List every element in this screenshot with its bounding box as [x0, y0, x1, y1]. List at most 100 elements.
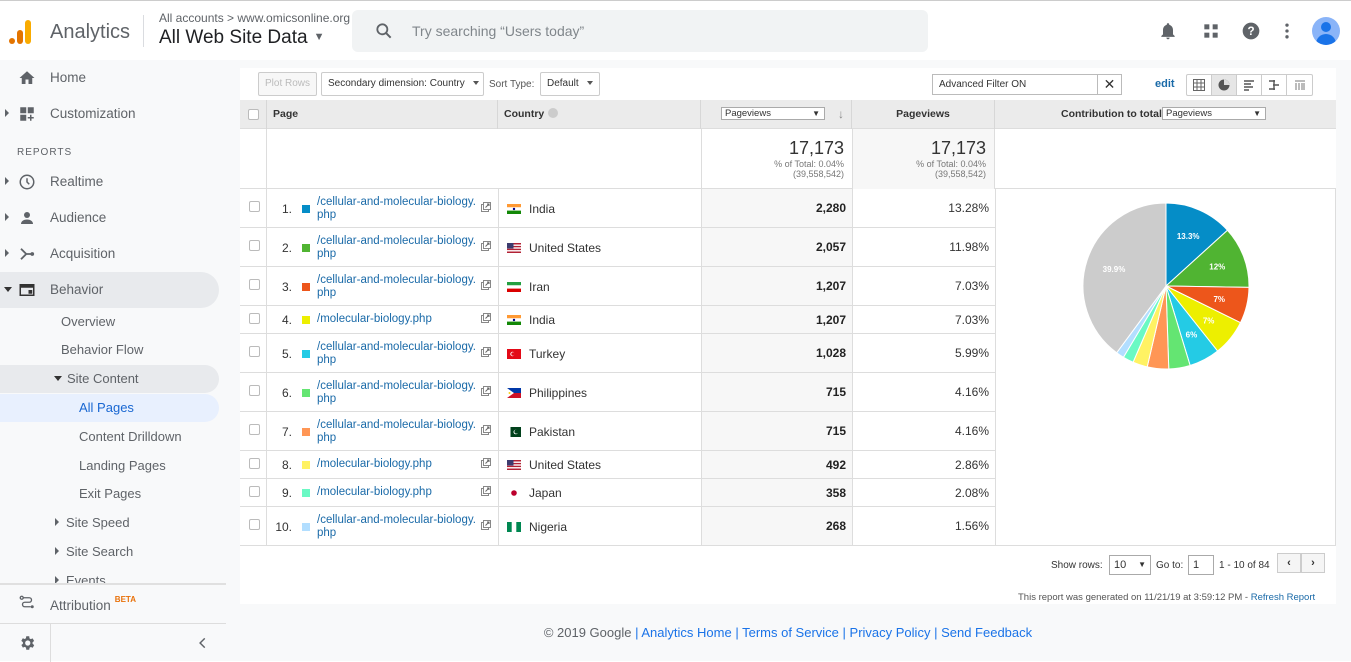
privacy-policy-link[interactable]: Privacy Policy: [850, 625, 931, 640]
country-name[interactable]: Turkey: [529, 347, 565, 361]
next-page-button[interactable]: ›: [1301, 553, 1325, 573]
settings-gear-icon[interactable]: [18, 634, 36, 652]
metric-select[interactable]: Pageviews ▼: [721, 107, 825, 120]
analytics-home-link[interactable]: Analytics Home: [641, 625, 731, 640]
row-checkbox[interactable]: [249, 424, 260, 435]
open-external-icon[interactable]: [481, 385, 491, 396]
row-checkbox[interactable]: [249, 385, 260, 396]
account-breadcrumb[interactable]: All accounts > www.omicsonline.org: [159, 11, 350, 25]
apps-grid-icon[interactable]: [1201, 21, 1221, 41]
country-name[interactable]: United States: [529, 241, 601, 255]
open-external-icon[interactable]: [481, 424, 491, 435]
page-link[interactable]: /cellular-and-molecular-biology. php: [317, 419, 477, 445]
sidebar-item-behavior-flow[interactable]: Behavior Flow: [61, 336, 219, 364]
page-link[interactable]: /cellular-and-molecular-biology. php: [317, 380, 477, 406]
app-name[interactable]: Analytics: [50, 21, 130, 44]
page-link[interactable]: /molecular-biology.php: [317, 313, 477, 326]
sidebar-item-realtime[interactable]: Realtime: [0, 164, 219, 200]
sidebar-item-attribution[interactable]: Attribution BETA: [0, 585, 226, 621]
open-external-icon[interactable]: [481, 279, 491, 290]
advanced-filter-field[interactable]: Advanced Filter ON ✕: [932, 74, 1122, 95]
performance-view-icon[interactable]: [1237, 75, 1262, 95]
row-checkbox[interactable]: [249, 312, 260, 324]
page-link[interactable]: /cellular-and-molecular-biology. php: [317, 235, 477, 261]
search-bar[interactable]: [352, 10, 928, 52]
column-header-country[interactable]: Country: [498, 100, 701, 129]
sort-type-select[interactable]: Default: [540, 72, 600, 96]
sidebar-item-site-search[interactable]: Site Search: [55, 538, 219, 566]
sidebar-item-exit-pages[interactable]: Exit Pages: [79, 480, 219, 508]
page-link[interactable]: /cellular-and-molecular-biology. php: [317, 274, 477, 300]
summary-total: 17,173: [930, 138, 986, 158]
more-vert-icon[interactable]: [1277, 21, 1297, 41]
open-external-icon[interactable]: [481, 240, 491, 251]
open-external-icon[interactable]: [481, 346, 491, 357]
prev-page-button[interactable]: ‹: [1277, 553, 1301, 573]
goto-page-input[interactable]: 1: [1188, 555, 1214, 575]
sidebar-item-all-pages[interactable]: All Pages: [0, 394, 219, 422]
column-header-pageviews[interactable]: Pageviews: [852, 100, 995, 129]
sidebar-item-behavior[interactable]: Behavior: [0, 272, 219, 308]
country-name[interactable]: Iran: [529, 280, 550, 294]
country-name[interactable]: Philippines: [529, 386, 587, 400]
row-checkbox[interactable]: [249, 279, 260, 290]
row-checkbox[interactable]: [249, 485, 260, 497]
open-external-icon[interactable]: [481, 486, 491, 496]
sidebar-item-acquisition[interactable]: Acquisition: [0, 236, 219, 272]
open-external-icon[interactable]: [481, 313, 491, 323]
secondary-dimension-select[interactable]: Secondary dimension: Country: [321, 72, 484, 96]
sidebar-item-site-speed[interactable]: Site Speed: [55, 509, 219, 537]
sidebar-item-overview[interactable]: Overview: [61, 308, 219, 336]
page-link[interactable]: /cellular-and-molecular-biology. php: [317, 514, 477, 540]
clear-filter-icon[interactable]: ✕: [1097, 75, 1121, 94]
sidebar-item-home[interactable]: Home: [0, 60, 219, 96]
send-feedback-link[interactable]: Send Feedback: [941, 625, 1032, 640]
open-external-icon[interactable]: [481, 201, 491, 212]
sidebar-item-site-content[interactable]: Site Content: [0, 365, 219, 393]
country-name[interactable]: Nigeria: [529, 520, 567, 534]
row-checkbox[interactable]: [249, 519, 260, 530]
open-external-icon[interactable]: [481, 519, 491, 530]
country-name[interactable]: India: [529, 313, 555, 327]
search-input[interactable]: [412, 10, 912, 52]
bell-icon[interactable]: [1158, 21, 1178, 41]
analytics-logo-icon[interactable]: [9, 18, 35, 44]
comparison-view-icon[interactable]: [1262, 75, 1287, 95]
terms-of-service-link[interactable]: Terms of Service: [742, 625, 839, 640]
contribution-select[interactable]: Pageviews ▼: [1162, 107, 1266, 120]
row-checkbox[interactable]: [249, 201, 260, 212]
sidebar-item-content-drilldown[interactable]: Content Drilldown: [79, 423, 219, 451]
show-rows-select[interactable]: 10 ▼: [1109, 555, 1151, 575]
help-icon[interactable]: ?: [1241, 21, 1261, 41]
refresh-report-link[interactable]: Refresh Report: [1251, 592, 1315, 603]
column-header-page[interactable]: Page: [267, 100, 498, 129]
row-checkbox[interactable]: [249, 457, 260, 469]
remove-dimension-icon[interactable]: [548, 108, 559, 118]
sidebar-item-events[interactable]: Events: [55, 567, 219, 583]
page-link[interactable]: /cellular-and-molecular-biology. php: [317, 341, 477, 367]
page-link[interactable]: /molecular-biology.php: [317, 486, 477, 499]
plot-rows-button[interactable]: Plot Rows: [258, 72, 318, 96]
country-name[interactable]: Japan: [529, 486, 562, 500]
account-avatar[interactable]: [1312, 17, 1340, 45]
row-checkbox[interactable]: [249, 240, 260, 251]
page-link[interactable]: /cellular-and-molecular-biology. php: [317, 196, 477, 222]
select-all-checkbox[interactable]: [247, 109, 259, 120]
reports-section-heading: REPORTS: [17, 147, 73, 158]
country-name[interactable]: India: [529, 202, 555, 216]
page-link[interactable]: /molecular-biology.php: [317, 458, 477, 471]
collapse-sidebar-chevron-icon[interactable]: [196, 636, 210, 650]
edit-filter-link[interactable]: edit: [1155, 78, 1175, 90]
view-selector[interactable]: All Web Site Data ▼: [159, 27, 324, 49]
row-checkbox[interactable]: [249, 346, 260, 357]
sidebar-item-customization[interactable]: Customization: [0, 96, 219, 132]
sidebar-item-landing-pages[interactable]: Landing Pages: [79, 452, 219, 480]
country-name[interactable]: Pakistan: [529, 425, 575, 439]
table-view-icon[interactable]: [1187, 75, 1212, 95]
sort-descending-icon[interactable]: ↓: [838, 100, 844, 129]
sidebar-item-audience[interactable]: Audience: [0, 200, 219, 236]
term-cloud-icon[interactable]: [1287, 75, 1312, 95]
pie-view-icon[interactable]: [1212, 75, 1237, 95]
country-name[interactable]: United States: [529, 458, 601, 472]
open-external-icon[interactable]: [481, 458, 491, 468]
